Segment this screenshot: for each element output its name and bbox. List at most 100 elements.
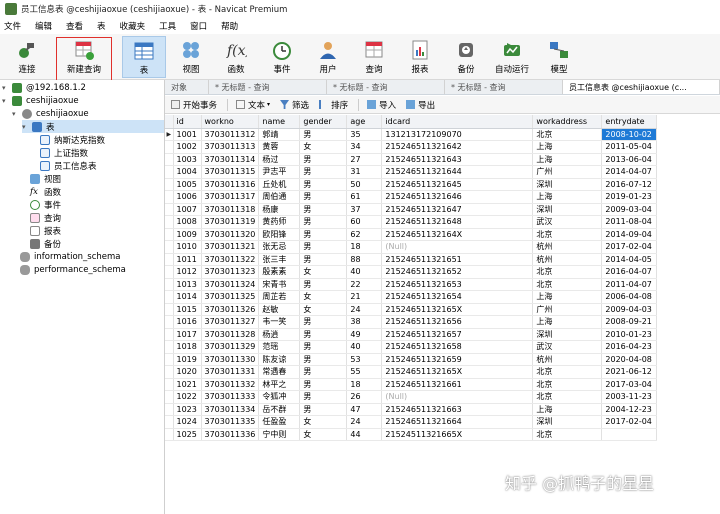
menu-edit[interactable]: 编辑 — [35, 20, 52, 32]
cell-id[interactable]: 1025 — [173, 428, 202, 441]
table-row[interactable]: 1014 3703011325 周芷若女 21 215246511321654 上海 200… — [165, 290, 658, 304]
cell-workaddress[interactable]: 杭州 — [532, 353, 603, 366]
cell-workno[interactable]: 3703011335 — [201, 415, 260, 429]
cell-idcard[interactable]: 215246511321646 — [381, 190, 534, 204]
cell-id[interactable]: 1003 — [173, 153, 202, 166]
connect-button[interactable]: 连接 — [6, 36, 48, 78]
cell-id[interactable]: 1014 — [173, 290, 202, 304]
cell-id[interactable]: 1005 — [173, 178, 202, 191]
cell-gender[interactable]: 男 — [299, 165, 348, 179]
cell-name[interactable]: 黄蓉 — [258, 140, 301, 154]
cell-workno[interactable]: 3703011326 — [201, 303, 260, 316]
tab-query-2[interactable]: * 无标题 - 查询 — [327, 80, 445, 94]
backup-button[interactable]: 备份 — [447, 36, 485, 78]
filter-button[interactable]: 筛选 — [280, 99, 309, 111]
cell-workaddress[interactable]: 武汉 — [532, 340, 603, 354]
event-button[interactable]: 事件 — [263, 36, 301, 78]
cell-age[interactable]: 18 — [346, 378, 383, 391]
column-header-idcard[interactable]: idcard — [381, 115, 534, 129]
cell-gender[interactable]: 男 — [299, 215, 348, 229]
cell-id[interactable]: 1023 — [173, 403, 202, 416]
cell-workno[interactable]: 3703011332 — [201, 378, 260, 391]
cell-idcard[interactable]: 215246511321663 — [381, 403, 534, 416]
cell-entrydate[interactable]: 2011-05-04 — [601, 140, 658, 154]
cell-name[interactable]: 韦一笑 — [258, 315, 301, 329]
cell-age[interactable]: 61 — [346, 190, 383, 204]
cell-gender[interactable]: 男 — [299, 340, 348, 354]
cell-entrydate[interactable]: 2021-06-12 — [601, 365, 658, 379]
cell-workaddress[interactable]: 北京 — [532, 365, 603, 379]
tab-employee-table[interactable]: 员工信息表 @ceshijiaoxue (c... — [563, 80, 720, 94]
column-header-workno[interactable]: workno — [201, 115, 260, 129]
cell-id[interactable]: 1001 — [173, 128, 202, 141]
column-header-name[interactable]: name — [258, 115, 301, 129]
cell-idcard[interactable]: 215246511321642 — [381, 140, 534, 154]
column-header-gender[interactable]: gender — [299, 115, 348, 129]
cell-idcard[interactable]: (Null) — [381, 390, 534, 404]
tree-connection[interactable]: ▾ @192.168.1.2 — [2, 81, 86, 94]
cell-id[interactable]: 1021 — [173, 378, 202, 391]
cell-age[interactable]: 40 — [346, 340, 383, 354]
cell-idcard[interactable]: 215246511321644 — [381, 165, 534, 179]
cell-workaddress[interactable]: 广州 — [532, 303, 603, 316]
cell-workno[interactable]: 3703011323 — [201, 265, 260, 279]
begin-transaction-button[interactable]: 开始事务 — [171, 99, 217, 111]
cell-workno[interactable]: 3703011318 — [201, 203, 260, 216]
cell-entrydate[interactable]: 2020-04-08 — [601, 353, 658, 366]
table-row[interactable]: 1022 3703011333 令狐冲男 26 (Null) 北京 2003-11-23 — [165, 390, 658, 404]
cell-workno[interactable]: 3703011334 — [201, 403, 260, 416]
cell-workaddress[interactable]: 上海 — [532, 190, 603, 204]
tree-views[interactable]: 视图 — [30, 172, 61, 185]
cell-idcard[interactable]: 131213172109070 — [381, 128, 534, 141]
cell-workaddress[interactable]: 广州 — [532, 165, 603, 179]
cell-idcard[interactable]: 21524511321665X — [381, 428, 534, 441]
cell-age[interactable]: 47 — [346, 403, 383, 416]
cell-idcard[interactable]: 215246511321654 — [381, 290, 534, 304]
cell-name[interactable]: 杨过 — [258, 153, 301, 166]
model-button[interactable]: 模型 — [540, 36, 578, 78]
cell-age[interactable]: 35 — [346, 128, 383, 141]
cell-id[interactable]: 1017 — [173, 328, 202, 341]
cell-workno[interactable]: 3703011316 — [201, 178, 260, 191]
cell-id[interactable]: 1022 — [173, 390, 202, 404]
cell-id[interactable]: 1019 — [173, 353, 202, 366]
cell-gender[interactable]: 男 — [299, 365, 348, 379]
automation-button[interactable]: 自动运行 — [492, 36, 532, 78]
cell-idcard[interactable]: 21524651132165X — [381, 303, 534, 316]
table-row[interactable]: 1005 3703011316 丘处机男 50 215246511321645 深圳 201… — [165, 178, 658, 191]
table-row[interactable]: 1013 3703011324 宋青书男 22 215246511321653 北京 201… — [165, 278, 658, 291]
table-button[interactable]: 表 — [122, 36, 166, 78]
function-button[interactable]: f(x) 函数 — [217, 36, 255, 78]
sort-button[interactable]: 排序 — [319, 99, 348, 111]
cell-idcard[interactable]: 215246511321656 — [381, 315, 534, 329]
view-button[interactable]: 视图 — [172, 36, 210, 78]
menu-favorites[interactable]: 收藏夹 — [120, 20, 146, 32]
cell-name[interactable]: 宋青书 — [258, 278, 301, 291]
cell-entrydate[interactable]: 2010-01-23 — [601, 328, 658, 341]
cell-entrydate[interactable]: 2013-06-04 — [601, 153, 658, 166]
table-row[interactable]: 1020 3703011331 常遇春男 55 21524651132165X 北京 202… — [165, 365, 658, 379]
tree-database[interactable]: ▾ ceshijiaoxue — [2, 94, 79, 107]
cell-age[interactable]: 24 — [346, 415, 383, 429]
cell-entrydate[interactable]: 2014-04-05 — [601, 253, 658, 266]
cell-name[interactable]: 杨康 — [258, 203, 301, 216]
data-grid[interactable]: id workno name gender age idcard workaddress en… — [165, 115, 720, 514]
table-row[interactable]: 1002 3703011313 黄蓉女 34 215246511321642 上海 2011… — [165, 140, 658, 154]
export-button[interactable]: 导出 — [406, 99, 435, 111]
cell-workno[interactable]: 3703011333 — [201, 390, 260, 404]
table-row[interactable]: 1011 3703011322 张三丰男 88 215246511321651 杭州 201… — [165, 253, 658, 266]
column-header-id[interactable]: id — [173, 115, 202, 129]
cell-age[interactable]: 34 — [346, 140, 383, 154]
tree-schema[interactable]: ▾ ceshijiaoxue — [12, 107, 89, 120]
tree-backups[interactable]: 备份 — [30, 237, 61, 250]
cell-name[interactable]: 陈友谅 — [258, 353, 301, 366]
cell-age[interactable]: 60 — [346, 215, 383, 229]
cell-gender[interactable]: 女 — [299, 265, 348, 279]
table-row[interactable]: 1010 3703011321 张无忌男 18 (Null) 杭州 2017-02-04 — [165, 240, 658, 254]
cell-age[interactable]: 62 — [346, 228, 383, 241]
table-row[interactable]: 1008 3703011319 黄药师男 60 215246511321648 武汉 201… — [165, 215, 658, 229]
column-header-workaddress[interactable]: workaddress — [532, 115, 603, 129]
cell-id[interactable]: 1013 — [173, 278, 202, 291]
cell-workno[interactable]: 3703011313 — [201, 140, 260, 154]
cell-workaddress[interactable]: 北京 — [532, 378, 603, 391]
